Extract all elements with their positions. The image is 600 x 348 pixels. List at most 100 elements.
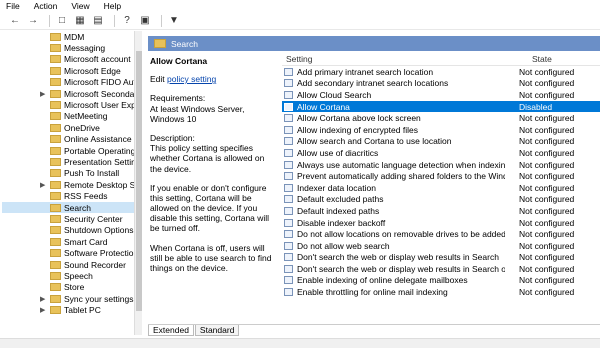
- menu-action[interactable]: Action: [34, 1, 58, 11]
- menu-file[interactable]: File: [6, 1, 20, 11]
- tree-item[interactable]: Presentation Setting: [2, 156, 141, 167]
- properties-icon[interactable]: ▣: [138, 14, 152, 28]
- tree-item[interactable]: Sound Recorder: [2, 259, 141, 270]
- policy-setting-icon: [284, 137, 293, 146]
- table-row[interactable]: Default indexed paths Not configured: [282, 205, 600, 217]
- tree-item[interactable]: ▶ Tablet PC: [2, 304, 141, 315]
- help-icon[interactable]: ?: [120, 14, 134, 28]
- policy-setting-icon: [284, 172, 293, 181]
- table-row[interactable]: Don't search the web or display web resu…: [282, 252, 600, 264]
- table-row[interactable]: Allow Cortana Disabled: [282, 100, 600, 113]
- expand-arrow-icon[interactable]: ▶: [40, 306, 45, 314]
- tree-item[interactable]: Smart Card: [2, 236, 141, 247]
- filter-icon[interactable]: ▼: [167, 14, 181, 28]
- folder-up-icon[interactable]: □: [55, 14, 69, 28]
- settings-list: Setting State Add primary intranet searc…: [282, 52, 600, 322]
- table-row[interactable]: Add primary intranet search location Not …: [282, 66, 600, 78]
- folder-icon: [50, 146, 61, 155]
- expand-arrow-icon[interactable]: ▶: [40, 295, 45, 303]
- tree-item[interactable]: Search: [2, 201, 141, 214]
- list-header: Setting State: [282, 52, 600, 66]
- table-row[interactable]: Do not allow web search Not configured: [282, 240, 600, 252]
- policy-setting-icon: [284, 160, 293, 169]
- table-row[interactable]: Add secondary intranet search locations N…: [282, 78, 600, 90]
- tree-item[interactable]: Messaging: [2, 42, 141, 53]
- tree-item[interactable]: Store: [2, 282, 141, 293]
- table-row[interactable]: Allow use of diacritics Not configured: [282, 147, 600, 159]
- table-row[interactable]: Allow search and Cortana to use location…: [282, 136, 600, 148]
- folder-icon: [50, 169, 61, 178]
- edit-line: Edit policy setting: [150, 74, 278, 84]
- folder-icon: [50, 203, 61, 212]
- table-row[interactable]: Do not allow locations on removable driv…: [282, 228, 600, 240]
- tree-item-label: Tablet PC: [64, 305, 101, 316]
- status-bar: [0, 338, 600, 348]
- edit-policy-link[interactable]: policy setting: [167, 74, 216, 84]
- folder-icon: [50, 283, 61, 292]
- table-row[interactable]: Enable indexing of online delegate mailb…: [282, 275, 600, 287]
- back-icon[interactable]: ←: [8, 14, 22, 28]
- setting-state: Not configured: [519, 159, 575, 170]
- tree-item[interactable]: NetMeeting: [2, 111, 141, 122]
- table-row[interactable]: Default excluded paths Not configured: [282, 194, 600, 206]
- scrollbar-thumb[interactable]: [136, 51, 142, 311]
- folder-icon: [50, 135, 61, 144]
- setting-state: Not configured: [519, 194, 575, 205]
- expand-arrow-icon[interactable]: ▶: [40, 181, 45, 189]
- tree-scrollbar[interactable]: [134, 31, 142, 335]
- tree-item[interactable]: Software Protection: [2, 247, 141, 258]
- tree-item[interactable]: Microsoft account: [2, 54, 141, 65]
- tree-item-label: RSS Feeds: [64, 191, 108, 202]
- tab-standard[interactable]: Standard: [194, 325, 240, 336]
- export-list-icon[interactable]: ▤: [91, 14, 105, 28]
- policy-setting-icon: [284, 206, 293, 215]
- folder-icon: [50, 271, 61, 280]
- tree-item[interactable]: Portable Operating S: [2, 145, 141, 156]
- expand-arrow-icon[interactable]: ▶: [40, 90, 45, 98]
- navigation-tree[interactable]: MDM Messaging Microsoft account Microsoft E…: [2, 31, 142, 335]
- folder-icon: [50, 32, 61, 41]
- setting-state: Not configured: [519, 217, 575, 228]
- forward-icon[interactable]: →: [26, 14, 40, 28]
- table-row[interactable]: Always use automatic language detection …: [282, 159, 600, 171]
- table-row[interactable]: Indexer data location Not configured: [282, 182, 600, 194]
- table-row[interactable]: Disable indexer backoff Not configured: [282, 217, 600, 229]
- setting-state: Not configured: [519, 263, 575, 274]
- tree-item[interactable]: OneDrive: [2, 122, 141, 133]
- table-row[interactable]: Don't search the web or display web resu…: [282, 263, 600, 275]
- tree-item[interactable]: Security Center: [2, 213, 141, 224]
- tree-item-label: Search: [64, 202, 91, 213]
- setting-state: Not configured: [519, 275, 575, 286]
- tree-item[interactable]: ▶ Microsoft Secondary: [2, 88, 141, 99]
- table-row[interactable]: Enable throttling for online mail indexi…: [282, 286, 600, 298]
- table-row[interactable]: Allow Cloud Search Not configured: [282, 89, 600, 101]
- list-rows: Add primary intranet search location Not …: [282, 66, 600, 298]
- column-setting[interactable]: Setting: [282, 54, 502, 64]
- policy-setting-icon: [284, 148, 293, 157]
- tree-item[interactable]: MDM: [2, 31, 141, 42]
- table-row[interactable]: Prevent automatically adding shared fold…: [282, 170, 600, 182]
- table-row[interactable]: Allow indexing of encrypted files Not con…: [282, 124, 600, 136]
- tree-item[interactable]: Speech: [2, 270, 141, 281]
- tree-item[interactable]: Microsoft Edge: [2, 65, 141, 76]
- requirements-label: Requirements:: [150, 93, 206, 104]
- tree-item-label: Shutdown Options: [64, 225, 134, 236]
- setting-name: Allow Cloud Search: [297, 89, 372, 100]
- tree-item[interactable]: ▶ Remote Desktop Ser: [2, 179, 141, 190]
- tree-item[interactable]: RSS Feeds: [2, 190, 141, 201]
- menu-view[interactable]: View: [71, 1, 89, 11]
- tree-item[interactable]: Shutdown Options: [2, 225, 141, 236]
- tree-item[interactable]: Online Assistance: [2, 134, 141, 145]
- tree-item[interactable]: Microsoft FIDO Auth: [2, 77, 141, 88]
- menu-help[interactable]: Help: [104, 1, 121, 11]
- setting-name: Allow Cortana above lock screen: [297, 113, 421, 124]
- tree-item[interactable]: ▶ Sync your settings: [2, 293, 141, 304]
- tree-item[interactable]: Microsoft User Expe: [2, 99, 141, 110]
- folder-icon: [50, 192, 61, 201]
- tab-extended[interactable]: Extended: [148, 325, 194, 336]
- tree-item[interactable]: Push To Install: [2, 168, 141, 179]
- show-hide-tree-icon[interactable]: ▦: [73, 14, 87, 28]
- setting-state: Not configured: [519, 240, 575, 251]
- column-state[interactable]: State: [502, 54, 552, 64]
- table-row[interactable]: Allow Cortana above lock screen Not confi…: [282, 112, 600, 124]
